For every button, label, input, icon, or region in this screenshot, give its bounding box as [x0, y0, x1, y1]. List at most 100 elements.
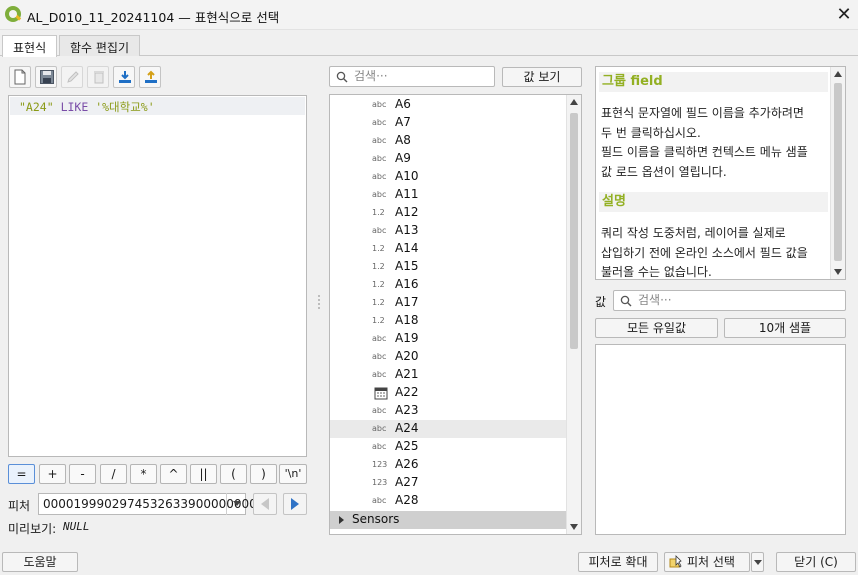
operator-close-paren-button[interactable]: ): [250, 464, 277, 484]
values-search-input[interactable]: 검색···: [613, 290, 846, 311]
operator-multiply-button[interactable]: *: [130, 464, 157, 484]
edit-icon[interactable]: [61, 66, 83, 88]
field-item[interactable]: abc A7: [330, 114, 567, 132]
all-unique-values-button[interactable]: 모든 유일값: [595, 318, 718, 338]
scroll-up-icon[interactable]: [570, 99, 578, 105]
field-item[interactable]: abc A23: [330, 402, 567, 420]
field-type-icon: 1.2: [372, 244, 385, 253]
select-features-label: 피처 선택: [687, 555, 735, 569]
feature-combobox[interactable]: 0000199902974532633900000000: [38, 493, 257, 515]
field-item[interactable]: abc A21: [330, 366, 567, 384]
field-item[interactable]: 123 A26: [330, 456, 567, 474]
scroll-up-icon[interactable]: [834, 71, 842, 77]
field-item[interactable]: abc A6: [330, 96, 567, 114]
tab-expression[interactable]: 표현식: [2, 35, 58, 57]
close-icon[interactable]: ✕: [832, 3, 856, 27]
tree-scrollbar[interactable]: [566, 95, 581, 534]
field-name: A23: [395, 403, 419, 417]
ten-samples-button[interactable]: 10개 샘플: [724, 318, 846, 338]
operator-concat-button[interactable]: ||: [190, 464, 217, 484]
field-name: A28: [395, 493, 419, 507]
show-values-button[interactable]: 값 보기: [502, 67, 582, 87]
field-item[interactable]: abc A8: [330, 132, 567, 150]
operator-power-button[interactable]: ^: [160, 464, 187, 484]
field-item[interactable]: abc A25: [330, 438, 567, 456]
field-item[interactable]: abc A20: [330, 348, 567, 366]
help-body-line: 표현식 문자열에 필드 이름을 추가하려면: [601, 106, 804, 120]
select-features-icon: [669, 555, 682, 568]
field-item[interactable]: 123 A27: [330, 474, 567, 492]
help-section-title: 설명: [599, 192, 828, 212]
triangle-right-icon: [291, 498, 299, 510]
field-item[interactable]: 1.2 A12: [330, 204, 567, 222]
field-item[interactable]: 1.2 A14: [330, 240, 567, 258]
function-search-input[interactable]: 검색···: [329, 66, 495, 87]
field-name: A9: [395, 151, 411, 165]
field-type-icon: 1.2: [372, 280, 385, 289]
help-button[interactable]: 도움말: [2, 552, 78, 572]
help-body-line: 두 번 클릭하십시오.: [601, 125, 701, 140]
field-tree[interactable]: abc A6 abc A7 abc A8 abc A9 abc A10 abc A11 1.2 A12 ab…: [329, 94, 582, 535]
export-icon[interactable]: [139, 66, 161, 88]
search-icon: [620, 295, 632, 307]
previous-feature-button[interactable]: [253, 493, 277, 515]
field-item[interactable]: abc A28: [330, 492, 567, 510]
expression-keyword: LIKE: [60, 100, 89, 114]
chevron-down-icon[interactable]: [226, 493, 246, 515]
delete-icon[interactable]: [87, 66, 109, 88]
field-item[interactable]: A22: [330, 384, 567, 402]
operator-open-paren-button[interactable]: (: [220, 464, 247, 484]
operator-plus-button[interactable]: +: [39, 464, 66, 484]
field-group-sensors[interactable]: Sensors: [330, 511, 567, 529]
field-type-icon: abc: [372, 190, 387, 199]
save-icon[interactable]: [35, 66, 57, 88]
values-list[interactable]: [595, 344, 846, 535]
operator-equals-button[interactable]: =: [8, 464, 35, 484]
field-item[interactable]: abc A11: [330, 186, 567, 204]
field-item[interactable]: abc A9: [330, 150, 567, 168]
field-type-icon: 1.2: [372, 298, 385, 307]
field-type-icon: abc: [372, 226, 387, 235]
expression-editor[interactable]: "A24" LIKE '%대학교%': [8, 95, 307, 457]
close-button[interactable]: 닫기 (C): [776, 552, 856, 572]
zoom-to-features-button[interactable]: 피처로 확대: [578, 552, 658, 572]
scroll-thumb[interactable]: [834, 83, 842, 261]
field-item[interactable]: abc A19: [330, 330, 567, 348]
field-item[interactable]: abc A13: [330, 222, 567, 240]
select-features-dropdown[interactable]: [751, 552, 764, 572]
field-item[interactable]: abc A24: [330, 420, 567, 438]
field-name: A24: [395, 421, 419, 435]
tab-function-editor[interactable]: 함수 편집기: [59, 35, 141, 56]
scroll-down-icon[interactable]: [834, 269, 842, 275]
field-item[interactable]: 1.2 A18: [330, 312, 567, 330]
splitter-handle[interactable]: [318, 295, 320, 309]
field-item[interactable]: abc A10: [330, 168, 567, 186]
help-section-line: 삽입하기 전에 온라인 소스에서 필드 값을: [601, 245, 808, 260]
field-item[interactable]: 1.2 A16: [330, 276, 567, 294]
help-section-line: 쿼리 작성 도중처럼, 레이어를 실제로: [601, 226, 786, 240]
field-name: A18: [395, 313, 419, 327]
chevron-right-icon[interactable]: [339, 516, 344, 524]
expression-string: '%대학교%': [95, 100, 155, 114]
help-scrollbar[interactable]: [830, 67, 845, 279]
operator-minus-button[interactable]: -: [69, 464, 96, 484]
field-name: A7: [395, 115, 411, 129]
scroll-down-icon[interactable]: [570, 524, 578, 530]
field-item[interactable]: 1.2 A17: [330, 294, 567, 312]
field-type-icon: abc: [372, 118, 387, 127]
field-item[interactable]: 1.2 A15: [330, 258, 567, 276]
field-name: A11: [395, 187, 419, 201]
feature-label: 피처: [8, 499, 31, 513]
field-type-icon: abc: [372, 496, 387, 505]
field-name: A21: [395, 367, 419, 381]
next-feature-button[interactable]: [283, 493, 307, 515]
field-type-icon: abc: [372, 334, 387, 343]
operator-divide-button[interactable]: /: [100, 464, 127, 484]
import-icon[interactable]: [113, 66, 135, 88]
new-file-icon[interactable]: [9, 66, 31, 88]
title-bar: AL_D010_11_20241104 — 표현식으로 선택 ✕: [0, 0, 858, 30]
scroll-thumb[interactable]: [570, 113, 578, 349]
select-features-button[interactable]: 피처 선택: [664, 552, 750, 572]
help-section-body: 쿼리 작성 도중처럼, 레이어를 실제로 삽입하기 전에 온라인 소스에서 필드…: [601, 224, 826, 279]
operator-newline-button[interactable]: '\n': [279, 464, 307, 484]
